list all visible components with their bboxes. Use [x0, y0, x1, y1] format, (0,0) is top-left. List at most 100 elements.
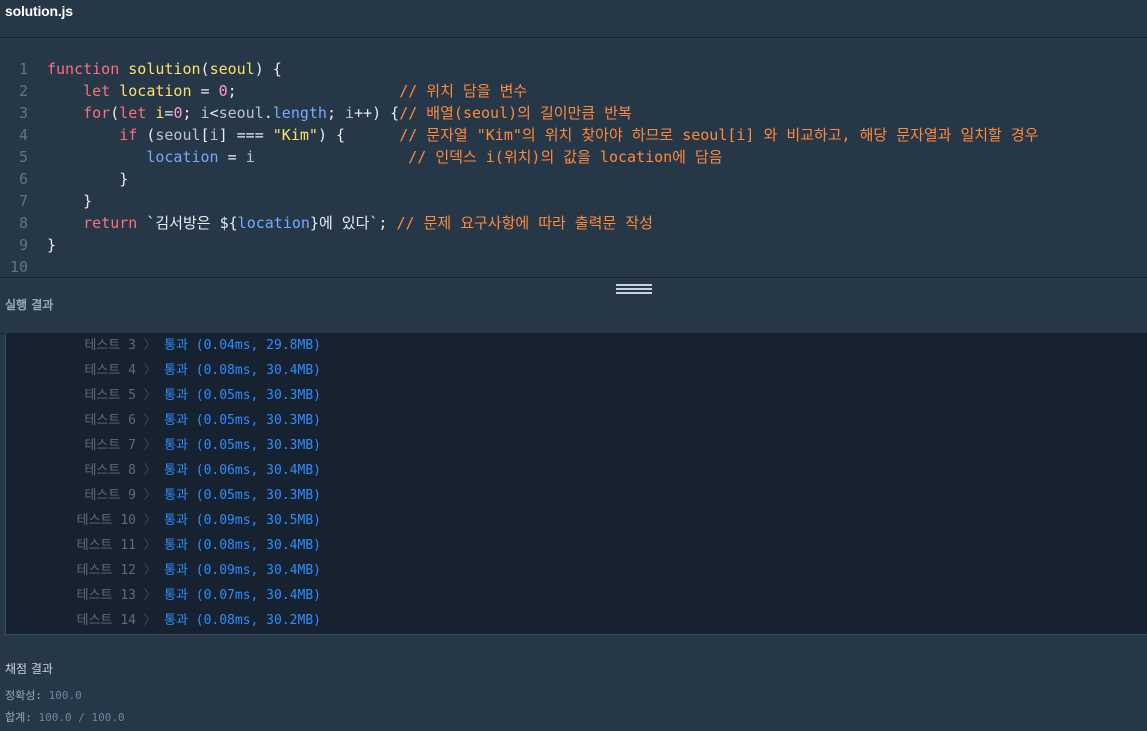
chevron-right-icon: 〉: [143, 488, 157, 503]
test-result-row: 테스트 8 〉 통과 (0.06ms, 30.4MB): [6, 458, 321, 483]
code-editor[interactable]: 1 function solution(seoul) { 2 let locati…: [0, 38, 1147, 277]
keyword: if: [119, 126, 138, 144]
test-result-row: 테스트 4 〉 통과 (0.08ms, 30.4MB): [6, 358, 321, 383]
test-result-row: 테스트 12 〉 통과 (0.09ms, 30.4MB): [6, 558, 321, 583]
test-label: 테스트 6: [84, 413, 136, 428]
chevron-right-icon: 〉: [143, 438, 157, 453]
keyword: let: [83, 82, 111, 100]
test-result-value: 통과 (0.09ms, 30.5MB): [164, 513, 321, 528]
test-result-row: 테스트 6 〉 통과 (0.05ms, 30.3MB): [6, 408, 321, 433]
punctuation: ++) {: [354, 104, 400, 122]
test-label: 테스트 11: [76, 538, 136, 553]
code-line: 8 return `김서방은 ${location}에 있다`; // 문제 요…: [0, 212, 653, 234]
total-score: 합계: 100.0 / 100.0: [5, 709, 125, 725]
variable: location: [146, 148, 219, 166]
punctuation: (: [200, 60, 210, 78]
keyword: return: [83, 214, 138, 232]
accuracy-value: 100.0: [48, 689, 82, 702]
test-label: 테스트 10: [76, 513, 136, 528]
keyword: function: [47, 60, 120, 78]
chevron-right-icon: 〉: [143, 363, 157, 378]
accuracy-score: 정확성: 100.0: [5, 687, 82, 703]
keyword: for: [83, 104, 111, 122]
punctuation: }: [309, 214, 319, 232]
test-label: 테스트 13: [76, 588, 136, 603]
chevron-right-icon: 〉: [143, 613, 157, 628]
test-label: 테스트 14: [76, 613, 136, 628]
test-result-value: 통과 (0.04ms, 29.8MB): [164, 338, 321, 353]
test-label: 테스트 3: [84, 338, 136, 353]
chevron-right-icon: 〉: [143, 388, 157, 403]
identifier: seoul: [155, 126, 201, 144]
chevron-right-icon: 〉: [143, 338, 157, 353]
test-result-value: 통과 (0.06ms, 30.4MB): [164, 463, 321, 478]
property: length: [272, 104, 327, 122]
test-result-row: 테스트 3 〉 통과 (0.04ms, 29.8MB): [6, 333, 321, 358]
line-number: 9: [18, 236, 28, 254]
accuracy-label: 정확성:: [5, 689, 42, 702]
file-tab[interactable]: solution.js: [5, 3, 73, 19]
test-result-row: 테스트 5 〉 통과 (0.05ms, 30.3MB): [6, 383, 321, 408]
comment: // 문자열 "Kim"의 위치 찾아야 하므로 seoul[i] 와 비교하고…: [399, 126, 1039, 144]
code-line: 10: [0, 256, 47, 277]
test-label: 테스트 7: [84, 438, 136, 453]
punctuation: ;: [378, 214, 397, 232]
test-result-value: 통과 (0.08ms, 30.2MB): [164, 613, 321, 628]
code-line: 1 function solution(seoul) {: [0, 58, 282, 80]
operator: ===: [227, 126, 273, 144]
chevron-right-icon: 〉: [143, 538, 157, 553]
line-number: 1: [18, 60, 28, 78]
line-number: 2: [18, 82, 28, 100]
comment: // 인덱스 i(위치)의 값을 location에 담음: [408, 148, 723, 166]
test-label: 테스트 9: [84, 488, 136, 503]
variable: i: [245, 148, 255, 166]
tab-bar: solution.js: [0, 0, 1147, 38]
panel-splitter[interactable]: 실행 결과: [0, 277, 1147, 334]
test-result-value: 통과 (0.05ms, 30.3MB): [164, 413, 321, 428]
variable: i: [200, 104, 210, 122]
code-line: 6 }: [0, 168, 128, 190]
line-number: 10: [9, 258, 28, 276]
punctuation: [: [200, 126, 210, 144]
chevron-right-icon: 〉: [143, 513, 157, 528]
line-number: 4: [18, 126, 28, 144]
template-string: `김서방은: [137, 214, 220, 232]
line-number: 5: [18, 148, 28, 166]
code-line: 9}: [0, 234, 56, 256]
line-number: 7: [18, 192, 28, 210]
test-result-value: 통과 (0.05ms, 30.3MB): [164, 488, 321, 503]
variable: i: [209, 126, 219, 144]
test-label: 테스트 8: [84, 463, 136, 478]
chevron-right-icon: 〉: [143, 588, 157, 603]
test-result-value: 통과 (0.08ms, 30.4MB): [164, 538, 321, 553]
chevron-right-icon: 〉: [143, 413, 157, 428]
test-label: 테스트 4: [84, 363, 136, 378]
comment: // 배열(seoul)의 길이만큼 반복: [399, 104, 632, 122]
resize-handle-icon[interactable]: [616, 284, 652, 294]
punctuation: ${: [219, 214, 238, 232]
total-label: 합계:: [5, 711, 32, 724]
code-line: 7 }: [0, 190, 92, 212]
punctuation: (: [110, 104, 120, 122]
comment: // 위치 담을 변수: [399, 82, 528, 100]
total-value: 100.0 / 100.0: [38, 711, 125, 724]
chevron-right-icon: 〉: [143, 563, 157, 578]
operator: =: [191, 82, 219, 100]
punctuation: ) {: [317, 126, 346, 144]
line-number: 3: [18, 104, 28, 122]
code-line: 3 for(let i=0; i<seoul.length; i++) {// …: [0, 102, 632, 124]
test-label: 테스트 5: [84, 388, 136, 403]
chevron-right-icon: 〉: [143, 463, 157, 478]
parameter: seoul: [209, 60, 255, 78]
test-result-value: 통과 (0.09ms, 30.4MB): [164, 563, 321, 578]
code-line: 2 let location = 0; // 위치 담을 변수: [0, 80, 527, 102]
variable: i: [345, 104, 355, 122]
variable: location: [237, 214, 310, 232]
line-number: 8: [18, 214, 28, 232]
punctuation: ;: [182, 104, 201, 122]
number-literal: 0: [218, 82, 228, 100]
code-line: 4 if (seoul[i] === "Kim") { // 문자열 "Kim"…: [0, 124, 1039, 146]
grading-title: 채점 결과: [5, 662, 53, 676]
run-result-panel[interactable]: 테스트 3 〉 통과 (0.04ms, 29.8MB) 테스트 4 〉 통과 (0.08…: [5, 333, 1147, 635]
operator: =: [218, 148, 246, 166]
